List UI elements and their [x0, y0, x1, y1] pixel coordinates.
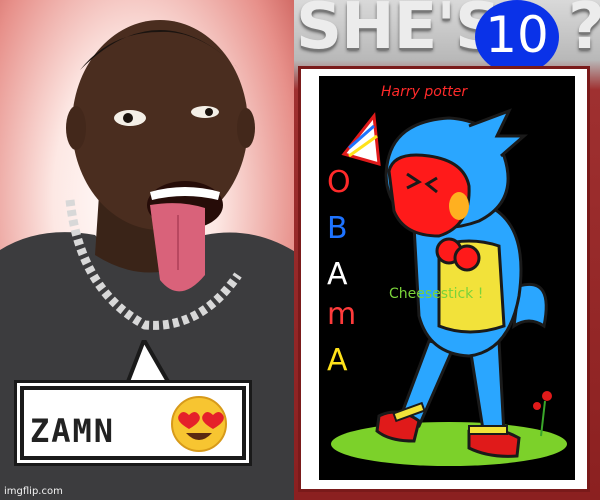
meme-left-panel: ZAMN	[0, 0, 300, 500]
sonic-character-drawing	[331, 108, 567, 466]
obama-letter-b: B	[327, 211, 348, 246]
title-text: SHE'S	[296, 0, 501, 64]
zamn-caption: ZAMN	[30, 412, 116, 450]
obama-letter-o: O	[327, 165, 351, 200]
heart-eyes-icon	[171, 396, 227, 452]
obama-letter-a1: A	[327, 257, 348, 292]
obama-letter-a2: A	[327, 343, 348, 378]
harry-potter-text: Harry potter	[381, 84, 468, 100]
obama-letter-m: m	[327, 297, 357, 332]
imgflip-watermark: imgflip.com	[4, 486, 63, 497]
title-question-mark: ?	[568, 0, 600, 64]
fan-drawing: Harry potter O B A m A Cheesestick !	[319, 76, 575, 480]
ten-badge: 10	[475, 0, 559, 74]
speech-bubble-tail	[124, 340, 174, 392]
meme-title: SHE'S ?	[296, 0, 600, 64]
cheesestick-text: Cheesestick !	[389, 286, 484, 302]
